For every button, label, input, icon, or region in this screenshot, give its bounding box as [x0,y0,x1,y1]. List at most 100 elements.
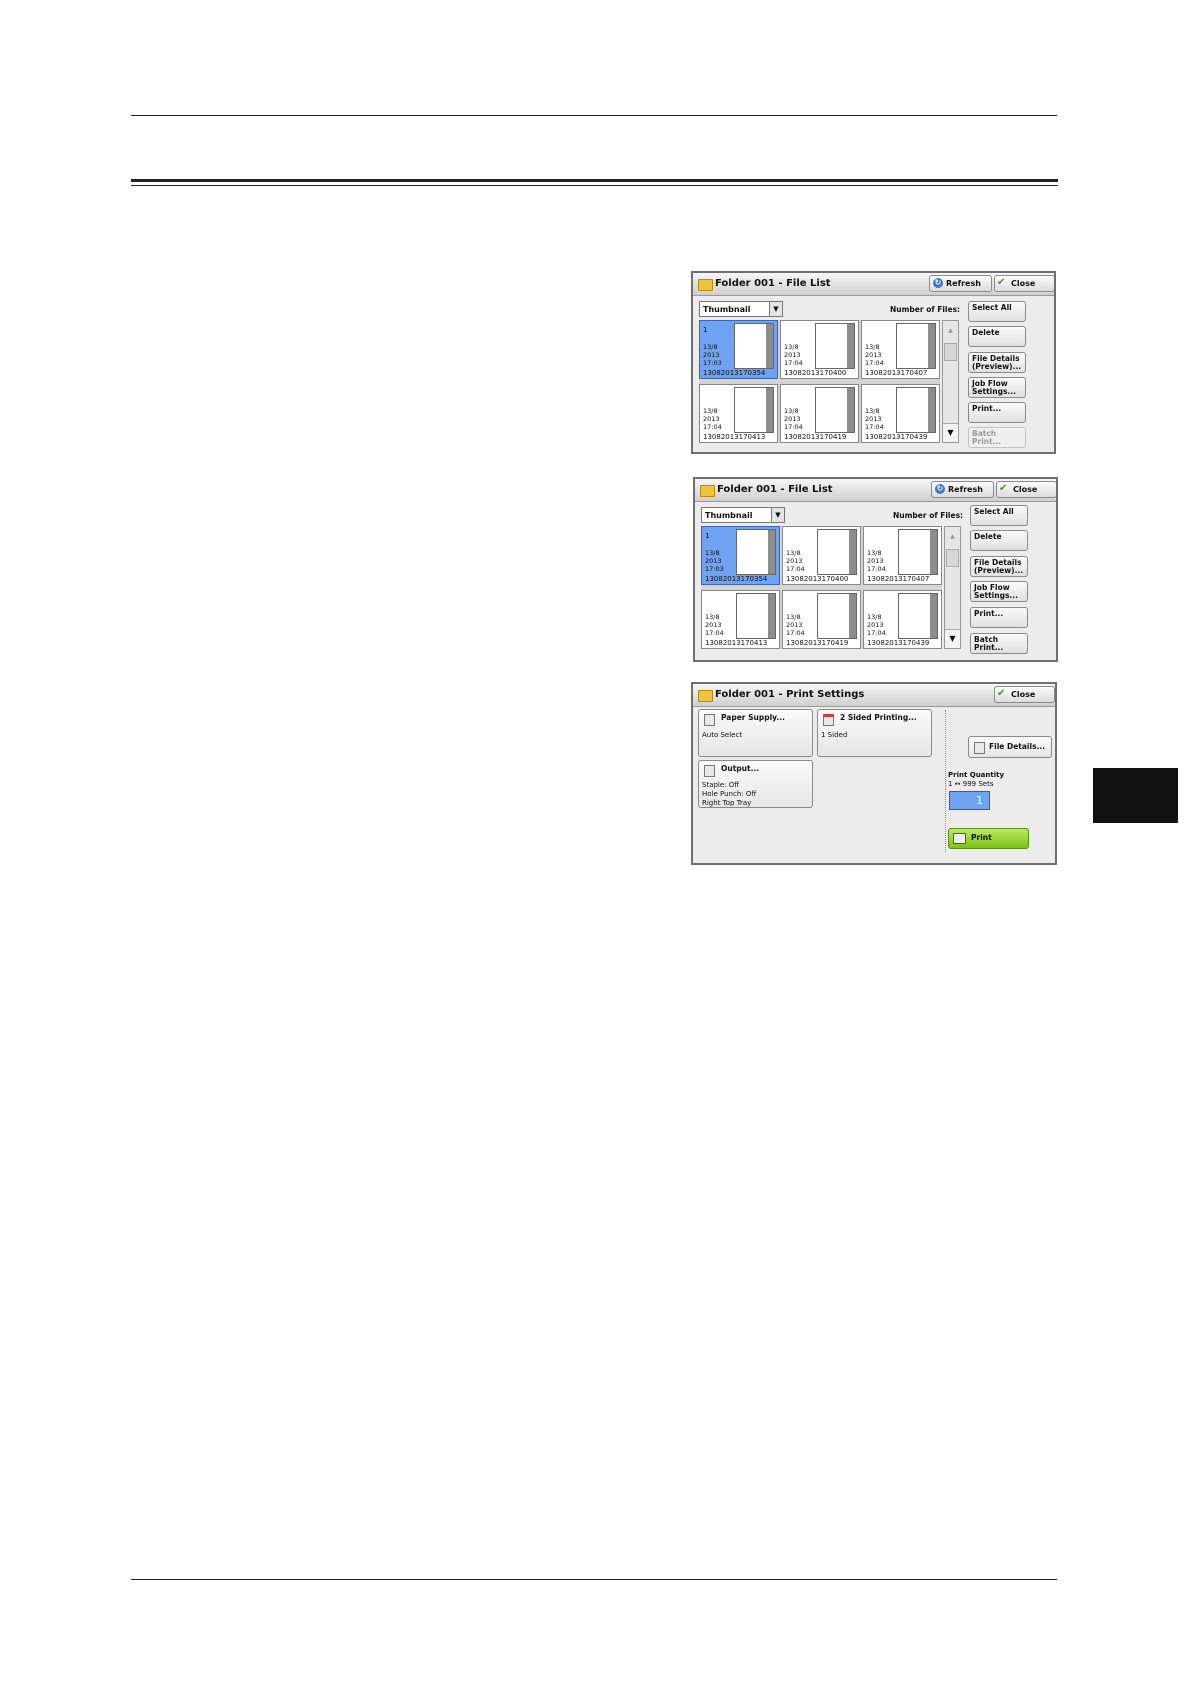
print-quantity-range: 1 ↔ 999 Sets [948,780,994,788]
file-cell[interactable]: 1 13/8 2013 17:03 13082013170354 [701,526,780,585]
file-date: 13/8 2013 17:04 [786,549,805,573]
print-quantity-label: Print Quantity 1 ↔ 999 Sets [948,771,1005,788]
refresh-button[interactable]: ↻ Refresh [931,481,994,498]
paper-supply-value: Auto Select [702,731,743,739]
file-cell[interactable]: 13/8 2013 17:04 13082013170400 [782,526,861,585]
section-rule-thick [131,179,1058,182]
file-date: 13/8 2013 17:04 [867,613,886,637]
document-thumbnail-icon [815,323,855,369]
view-mode-dropdown[interactable]: Thumbnail ▼ [701,507,785,523]
two-sided-title: 2 Sided Printing... [840,713,917,722]
paper-supply-button[interactable]: Paper Supply... Auto Select [698,709,813,757]
print-button[interactable]: Print... [968,402,1026,423]
batch-print-button[interactable]: Batch Print... [970,633,1028,654]
divider [945,710,946,852]
file-list-scrollbar[interactable]: ▲ ▼ [942,320,959,443]
refresh-label: Refresh [948,485,983,494]
print-settings-screen: Folder 001 - Print Settings ✔ Close Pape… [691,682,1057,865]
document-thumbnail-icon [736,529,776,575]
file-details-preview-button[interactable]: File Details (Preview)... [970,556,1028,577]
file-cell[interactable]: 13/8 2013 17:04 13082013170439 [863,590,942,649]
scroll-thumb[interactable] [946,549,959,567]
output-button[interactable]: Output... Staple: Off Hole Punch: Off Righ… [698,760,813,808]
view-mode-value: Thumbnail [705,511,753,520]
file-cell[interactable]: 13/8 2013 17:04 13082013170407 [863,526,942,585]
button-label: Select All [972,303,1012,312]
document-thumbnail-icon [734,323,774,369]
print-label: Print [971,833,992,842]
scroll-up-icon[interactable]: ▲ [945,527,960,547]
file-grid: 1 13/8 2013 17:03 13082013170354 13/8 2013 1… [701,526,942,649]
file-date: 13/8 2013 17:03 [705,549,724,573]
delete-button[interactable]: Delete [970,530,1028,551]
file-details-button[interactable]: File Details... [968,736,1052,758]
title-bar: Folder 001 - File List ↻ Refresh ✔ Close [693,273,1054,296]
title-bar: Folder 001 - Print Settings ✔ Close [693,684,1055,707]
file-cell[interactable]: 1 13/8 2013 17:03 13082013170354 [699,320,778,379]
screen-title: Folder 001 - File List [717,484,833,495]
job-flow-settings-button[interactable]: Job Flow Settings... [968,377,1026,398]
folder-icon [698,279,713,291]
scroll-up-icon[interactable]: ▲ [943,321,958,341]
file-number: 1 [703,326,708,334]
file-details-preview-button[interactable]: File Details (Preview)... [968,352,1026,373]
file-list-scrollbar[interactable]: ▲ ▼ [944,526,961,649]
file-name: 13082013170439 [867,639,930,647]
refresh-label: Refresh [946,279,981,288]
button-label: File Details (Preview)... [972,354,1022,371]
file-cell[interactable]: 13/8 2013 17:04 13082013170413 [701,590,780,649]
print-quantity-input[interactable]: 1 [949,791,990,810]
file-name: 13082013170400 [784,369,847,377]
folder-icon [700,485,715,497]
refresh-icon: ↻ [935,484,945,494]
document-thumbnail-icon [817,593,857,639]
close-button[interactable]: ✔ Close [994,275,1054,292]
refresh-button[interactable]: ↻ Refresh [929,275,992,292]
file-cell[interactable]: 13/8 2013 17:04 13082013170407 [861,320,940,379]
file-name: 13082013170400 [786,575,849,583]
file-cell[interactable]: 13/8 2013 17:04 13082013170419 [780,384,859,443]
file-cell[interactable]: 13/8 2013 17:04 13082013170439 [861,384,940,443]
close-button[interactable]: ✔ Close [996,481,1056,498]
printer-icon [953,833,966,844]
screen-title: Folder 001 - File List [715,278,831,289]
close-label: Close [1011,690,1036,699]
scroll-thumb[interactable] [944,343,957,361]
two-sided-icon [823,714,834,726]
output-values: Staple: Off Hole Punch: Off Right Top Tray [702,781,757,807]
file-cell[interactable]: 13/8 2013 17:04 13082013170419 [782,590,861,649]
file-name: 13082013170407 [865,369,928,377]
file-name: 13082013170407 [867,575,930,583]
scroll-down-icon[interactable]: ▼ [943,423,958,442]
number-of-files-label: Number of Files: [890,305,961,314]
file-list-screen-2: Folder 001 - File List ↻ Refresh ✔ Close… [693,477,1058,662]
file-date: 13/8 2013 17:04 [865,407,884,431]
view-mode-dropdown[interactable]: Thumbnail ▼ [699,301,783,317]
button-label: Job Flow Settings... [974,583,1018,600]
chevron-down-icon: ▼ [771,508,784,522]
file-details-label: File Details... [989,742,1046,751]
file-date: 13/8 2013 17:04 [867,549,886,573]
file-name: 13082013170419 [784,433,847,441]
close-button[interactable]: ✔ Close [994,686,1055,703]
document-thumbnail-icon [817,529,857,575]
delete-button[interactable]: Delete [968,326,1026,347]
close-label: Close [1011,279,1036,288]
file-cell[interactable]: 13/8 2013 17:04 13082013170400 [780,320,859,379]
two-sided-printing-button[interactable]: 2 Sided Printing... 1 Sided [817,709,932,757]
button-label: Batch Print... [974,635,1004,652]
file-details-icon [974,742,985,754]
file-date: 13/8 2013 17:04 [784,407,803,431]
close-label: Close [1013,485,1038,494]
print-button[interactable]: Print... [970,607,1028,628]
section-rule-thin [131,185,1058,186]
select-all-button[interactable]: Select All [968,301,1026,322]
select-all-button[interactable]: Select All [970,505,1028,526]
print-start-button[interactable]: Print [948,828,1029,849]
job-flow-settings-button[interactable]: Job Flow Settings... [970,581,1028,602]
file-date: 13/8 2013 17:04 [703,407,722,431]
scroll-down-icon[interactable]: ▼ [945,629,960,648]
file-cell[interactable]: 13/8 2013 17:04 13082013170413 [699,384,778,443]
paper-supply-title: Paper Supply... [721,713,785,722]
file-date: 13/8 2013 17:04 [786,613,805,637]
